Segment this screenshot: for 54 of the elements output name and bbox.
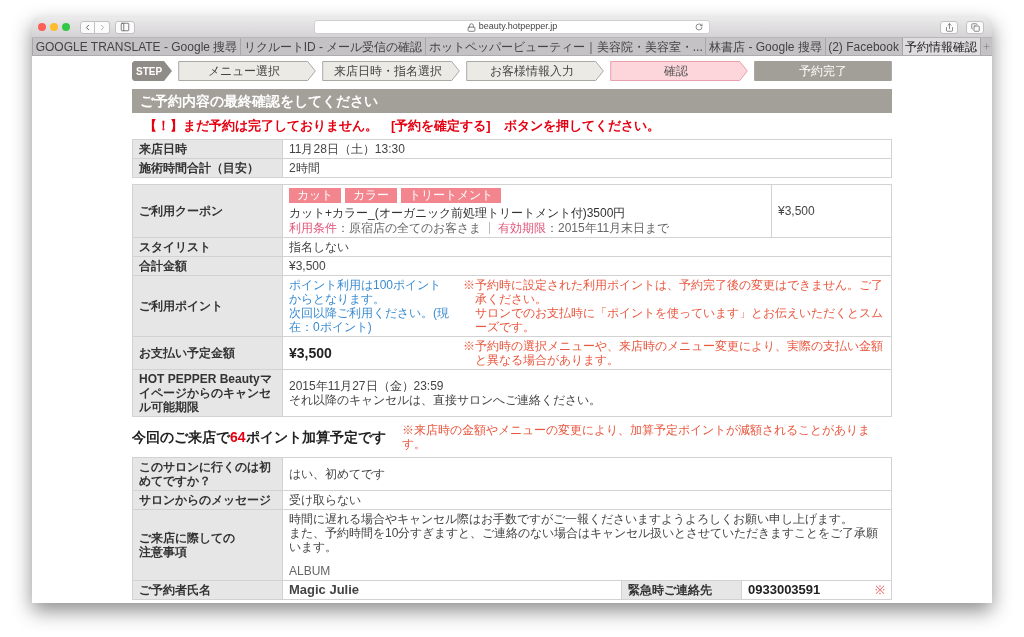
browser-tab[interactable]: (2) Facebook	[824, 38, 902, 55]
tabs-overview-button[interactable]	[966, 20, 984, 34]
share-icon	[944, 22, 954, 32]
price-cell: ¥3,500	[771, 184, 892, 238]
step-item: 予約完了	[754, 61, 892, 81]
share-button[interactable]	[940, 20, 958, 34]
label-cell: 来店日時	[132, 139, 283, 159]
maximize-window-icon[interactable]	[62, 23, 70, 31]
back-button[interactable]	[80, 20, 95, 34]
reload-icon[interactable]	[695, 23, 703, 31]
coupon-tag: トリートメント	[401, 188, 501, 203]
required-mark: ※	[875, 583, 885, 597]
points-summary: 今回のご来店で64ポイント加算予定です	[132, 428, 386, 446]
coupon-tag: カラー	[345, 188, 397, 203]
payment-amount: ¥3,500	[289, 345, 333, 361]
section-heading: ご予約内容の最終確認をしてください	[132, 89, 892, 113]
coupon-tag: カット	[289, 188, 341, 203]
sidebar-button[interactable]	[115, 20, 135, 34]
browser-tab[interactable]: 予約情報確認	[901, 38, 980, 55]
forward-button[interactable]	[95, 20, 110, 34]
label-cell: お支払い予定金額	[132, 336, 283, 370]
value-cell: 11月28日（土）13:30	[282, 139, 892, 159]
close-window-icon[interactable]	[38, 23, 46, 31]
label-cell: ご利用クーポン	[132, 184, 283, 238]
plus-icon	[981, 42, 991, 51]
value-cell: 時間に遅れる場合やキャンセル際はお手数ですがご一報くださいますようよろしくお願い申し上げます。 また、予約時間を10分すぎますと、ご連絡のない場合はキャンセル扱いとさせていただきますことをご了承願います。 ALBUM	[282, 509, 892, 581]
points-note: ※予約時に設定された利用ポイントは、予約完了後の変更はできません。ご了承ください。 サロンでのお支払時に「ポイントを使っています」とお伝えいただくとスムーズです。	[463, 278, 884, 334]
label-cell: HOT PEPPER Beautyマイページからのキャンセル可能期限	[132, 369, 283, 417]
chevron-left-icon	[83, 22, 92, 32]
coupon-title: カット+カラー_(オーガニック前処理トリートメント付)3500円	[289, 206, 627, 220]
step-item: お客様情報入力	[466, 61, 604, 81]
step-item: 来店日時・指名選択	[322, 61, 460, 81]
label-cell: ご利用ポイント	[132, 275, 283, 337]
points-info: ポイント利用は100ポイントからとなります。 次回以降ご利用ください。(現在：0ポイント)	[289, 278, 449, 334]
points-summary-note: ※来店時の金額やメニューの変更により、加算予定ポイントが減額されることがあります。	[401, 423, 871, 451]
warning-message: 【！】まだ予約は完了しておりません。 [予約を確定する] ボタンを押してください。	[143, 118, 661, 134]
browser-tab[interactable]: 林書店 - Google 搜尋	[705, 38, 825, 55]
value-cell: はい、初めてです	[282, 457, 892, 491]
browser-tab[interactable]: GOOGLE TRANSLATE - Google 搜尋	[32, 38, 240, 55]
label-cell: ご来店に際しての 注意事項	[132, 509, 283, 581]
lock-icon	[466, 22, 476, 32]
label-cell: このサロンに行くのは初めてですか？	[132, 457, 283, 491]
step-item: 確認	[610, 61, 748, 81]
value-cell: 2015年11月27日（金）23:59 それ以降のキャンセルは、直接サロンへご連絡ください。	[282, 369, 892, 417]
coupon-condition: 利用条件：原宿店の全てのお客さま	[289, 221, 481, 235]
squares-icon	[970, 22, 980, 32]
step-badge: STEP	[132, 61, 172, 81]
address-field[interactable]: beauty.hotpepper.jp	[314, 20, 710, 34]
coupon-condition: 有効期限：2015年11月末日まで	[498, 221, 670, 235]
minimize-window-icon[interactable]	[50, 23, 58, 31]
phone-number: 0933003591	[748, 583, 821, 597]
payment-note: ※予約時の選択メニューや、来店時のメニュー変更により、実際の支払い金額と異なる場合があります。	[463, 339, 884, 367]
step-item: メニュー選択	[178, 61, 316, 81]
sidebar-icon	[120, 22, 130, 32]
